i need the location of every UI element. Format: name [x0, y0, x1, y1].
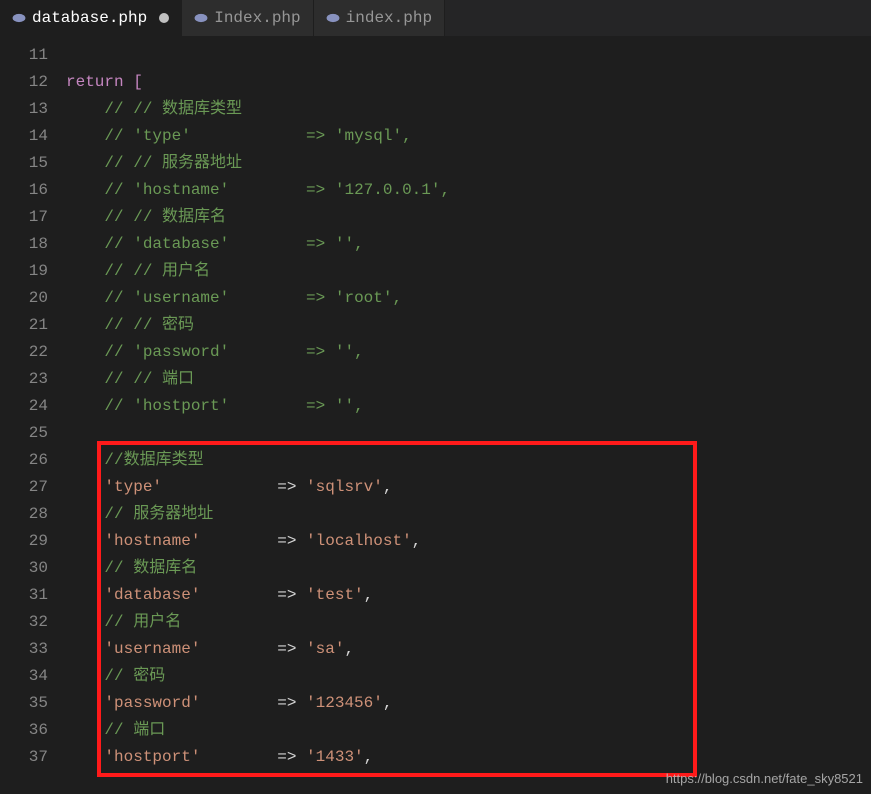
code-line: // // 数据库名 — [66, 204, 871, 231]
code-content[interactable]: return [ // // 数据库类型 // 'type' => 'mysql… — [66, 36, 871, 794]
line-number: 28 — [0, 501, 48, 528]
tab-bar: database.php Index.php index.php — [0, 0, 871, 36]
line-number: 23 — [0, 366, 48, 393]
code-line: // 端口 — [66, 717, 871, 744]
code-line: 'hostport' => '1433', — [66, 744, 871, 771]
code-line — [66, 420, 871, 447]
line-number: 33 — [0, 636, 48, 663]
line-number: 29 — [0, 528, 48, 555]
line-number: 35 — [0, 690, 48, 717]
tab-label: database.php — [32, 9, 147, 27]
code-line: 'database' => 'test', — [66, 582, 871, 609]
code-line: // 服务器地址 — [66, 501, 871, 528]
editor-area[interactable]: 1112131415161718192021222324252627282930… — [0, 36, 871, 794]
code-line: // 'username' => 'root', — [66, 285, 871, 312]
code-line: // 'type' => 'mysql', — [66, 123, 871, 150]
php-file-icon — [326, 11, 340, 25]
close-icon[interactable] — [159, 13, 169, 23]
tab-database-php[interactable]: database.php — [0, 0, 182, 36]
line-number: 25 — [0, 420, 48, 447]
line-number: 21 — [0, 312, 48, 339]
code-line: // 用户名 — [66, 609, 871, 636]
code-line: // 'password' => '', — [66, 339, 871, 366]
line-number: 13 — [0, 96, 48, 123]
php-file-icon — [12, 11, 26, 25]
code-line: //数据库类型 — [66, 447, 871, 474]
code-line: // // 用户名 — [66, 258, 871, 285]
code-line: // 数据库名 — [66, 555, 871, 582]
line-number: 32 — [0, 609, 48, 636]
code-line: // // 密码 — [66, 312, 871, 339]
line-number: 15 — [0, 150, 48, 177]
line-number: 30 — [0, 555, 48, 582]
line-number: 34 — [0, 663, 48, 690]
watermark-text: https://blog.csdn.net/fate_sky8521 — [666, 771, 863, 786]
line-number: 31 — [0, 582, 48, 609]
line-number: 22 — [0, 339, 48, 366]
tab-label: Index.php — [214, 9, 300, 27]
line-number: 27 — [0, 474, 48, 501]
line-number: 18 — [0, 231, 48, 258]
tab-label: index.php — [346, 9, 432, 27]
tab-index-cap-php[interactable]: Index.php — [182, 0, 313, 36]
line-number: 24 — [0, 393, 48, 420]
line-number: 36 — [0, 717, 48, 744]
tab-index-php[interactable]: index.php — [314, 0, 445, 36]
line-number: 26 — [0, 447, 48, 474]
code-line: 'password' => '123456', — [66, 690, 871, 717]
code-line: // 'hostport' => '', — [66, 393, 871, 420]
line-number: 20 — [0, 285, 48, 312]
line-number-gutter: 1112131415161718192021222324252627282930… — [0, 36, 66, 794]
line-number: 11 — [0, 42, 48, 69]
code-line: // 'database' => '', — [66, 231, 871, 258]
code-line: 'type' => 'sqlsrv', — [66, 474, 871, 501]
line-number: 37 — [0, 744, 48, 771]
line-number: 17 — [0, 204, 48, 231]
line-number: 12 — [0, 69, 48, 96]
line-number: 14 — [0, 123, 48, 150]
code-line: // // 服务器地址 — [66, 150, 871, 177]
code-line: 'username' => 'sa', — [66, 636, 871, 663]
php-file-icon — [194, 11, 208, 25]
code-line: // // 端口 — [66, 366, 871, 393]
code-line: // 'hostname' => '127.0.0.1', — [66, 177, 871, 204]
code-line: return [ — [66, 69, 871, 96]
code-line: 'hostname' => 'localhost', — [66, 528, 871, 555]
code-line: // 密码 — [66, 663, 871, 690]
code-line: // // 数据库类型 — [66, 96, 871, 123]
code-line — [66, 42, 871, 69]
line-number: 19 — [0, 258, 48, 285]
line-number: 16 — [0, 177, 48, 204]
